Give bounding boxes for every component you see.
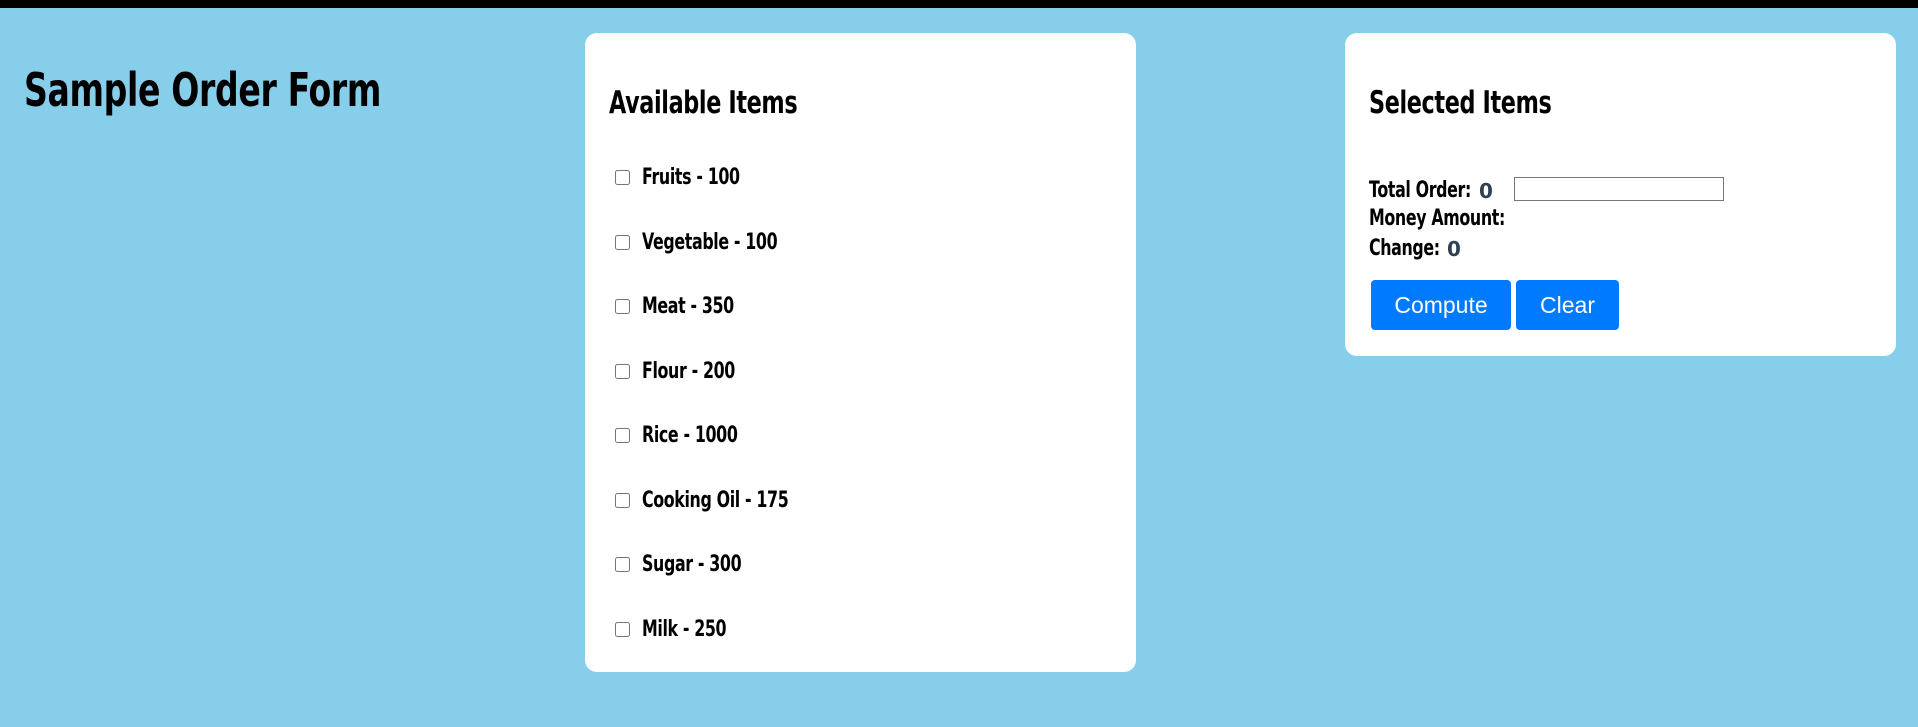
- item-checkbox-flour[interactable]: [615, 364, 630, 379]
- item-checkbox-vegetable[interactable]: [615, 235, 630, 250]
- total-order-value: 0: [1479, 179, 1493, 203]
- change-value: 0: [1447, 237, 1461, 261]
- clear-button[interactable]: Clear: [1516, 280, 1619, 330]
- change-label: Change:: [1369, 236, 1440, 261]
- list-item: Milk - 250: [615, 617, 1015, 643]
- money-amount-row: Money Amount:: [1369, 205, 1558, 233]
- selected-items-title: Selected Items: [1369, 85, 1552, 121]
- item-label: Flour - 200: [642, 359, 735, 384]
- item-checkbox-sugar[interactable]: [615, 557, 630, 572]
- item-checkbox-cooking-oil[interactable]: [615, 493, 630, 508]
- item-checkbox-rice[interactable]: [615, 428, 630, 443]
- list-item: Meat - 350: [615, 294, 1015, 320]
- item-label: Sugar - 300: [642, 552, 742, 577]
- page-title: Sample Order Form: [24, 63, 382, 117]
- item-label: Cooking Oil - 175: [642, 488, 789, 513]
- item-label: Vegetable - 100: [642, 230, 778, 255]
- top-border: [0, 0, 1918, 8]
- money-amount-input[interactable]: [1514, 177, 1724, 201]
- list-item: Fruits - 100: [615, 165, 1015, 191]
- item-label: Rice - 1000: [642, 423, 738, 448]
- list-item: Cooking Oil - 175: [615, 488, 1015, 514]
- item-checkbox-milk[interactable]: [615, 622, 630, 637]
- list-item: Flour - 200: [615, 359, 1015, 385]
- money-amount-label: Money Amount:: [1369, 206, 1505, 231]
- list-item: Rice - 1000: [615, 423, 1015, 449]
- list-item: Sugar - 300: [615, 552, 1015, 578]
- compute-button[interactable]: Compute: [1371, 280, 1511, 330]
- item-checkbox-fruits[interactable]: [615, 170, 630, 185]
- item-label: Milk - 250: [642, 617, 727, 642]
- list-item: Vegetable - 100: [615, 230, 1015, 256]
- item-label: Meat - 350: [642, 294, 734, 319]
- available-items-card: Available Items Fruits - 100 Vegetable -…: [585, 33, 1136, 672]
- item-checkbox-meat[interactable]: [615, 299, 630, 314]
- available-items-title: Available Items: [609, 85, 798, 121]
- item-label: Fruits - 100: [642, 165, 740, 190]
- change-row: Change: 0: [1369, 235, 1467, 263]
- total-order-row: Total Order: 0: [1369, 177, 1511, 205]
- total-order-label: Total Order:: [1369, 178, 1471, 203]
